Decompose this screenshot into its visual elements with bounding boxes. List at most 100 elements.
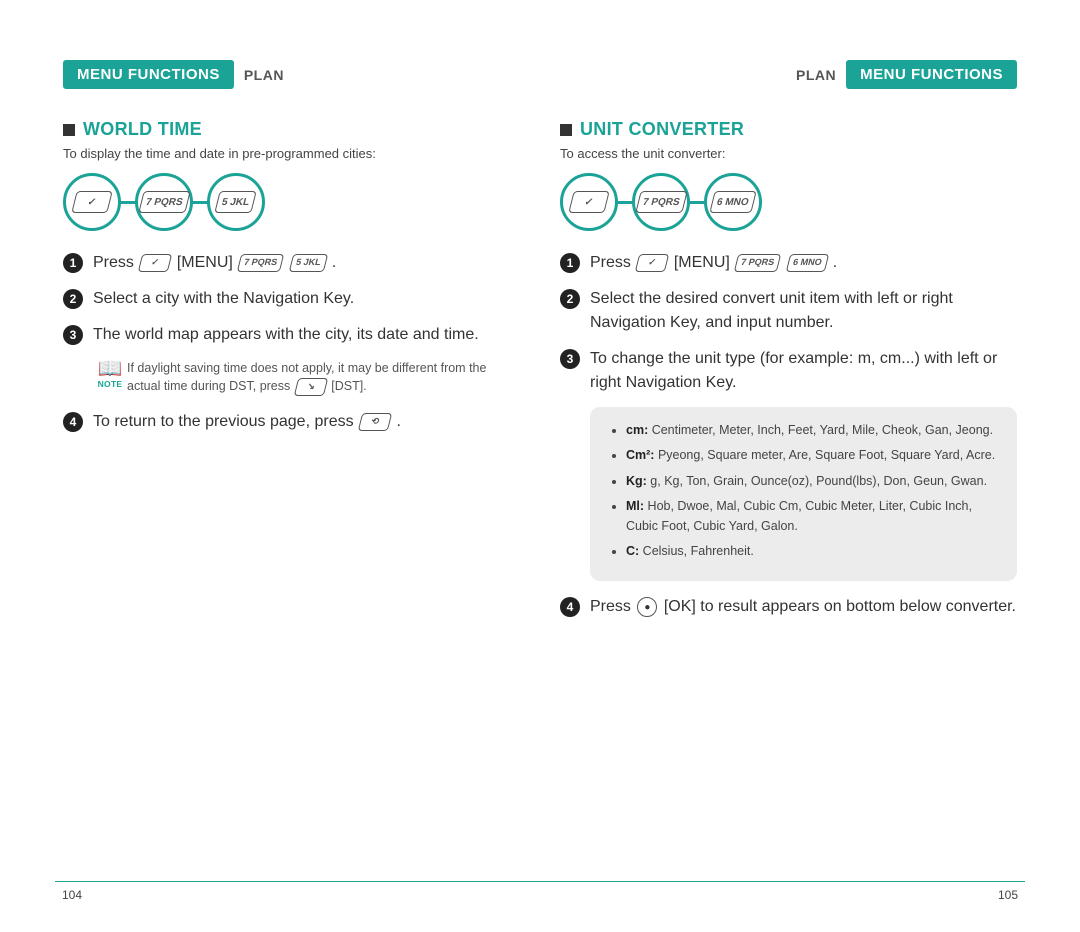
key-circle: ✓ [63, 173, 121, 231]
step-number-icon: 2 [63, 289, 83, 309]
key-sequence: ✓ 7 PQRS 6 MNO [560, 173, 1017, 231]
text: Press [93, 254, 134, 271]
step-item: 4 Press ● [OK] to result appears on bott… [560, 595, 1017, 619]
ok-key-icon: ● [637, 597, 657, 617]
text: Press [590, 254, 631, 271]
unit-item: Ml: Hob, Dwoe, Mal, Cubic Cm, Cubic Mete… [626, 497, 999, 536]
step-text: Press ✓ [MENU] 7 PQRS 6 MNO . [590, 251, 1017, 275]
soft-key-right-icon: ↘ [294, 378, 328, 396]
unit-values: Celsius, Fahrenheit. [639, 544, 754, 558]
header-right: PLAN MENU FUNCTIONS [560, 60, 1017, 89]
unit-values: Hob, Dwoe, Mal, Cubic Cm, Cubic Meter, L… [626, 499, 972, 532]
text: [DST]. [331, 379, 366, 393]
page-number-left: 104 [62, 888, 82, 902]
step-item: 2 Select a city with the Navigation Key. [63, 287, 520, 311]
step-item: 4 To return to the previous page, press … [63, 410, 520, 434]
step-number-icon: 1 [63, 253, 83, 273]
unit-label: Kg: [626, 474, 647, 488]
text: [MENU] [674, 254, 730, 271]
note-icon: 📖 NOTE [93, 359, 127, 389]
unit-list-box: cm: Centimeter, Meter, Inch, Feet, Yard,… [590, 407, 1017, 581]
unit-item: Cm²: Pyeong, Square meter, Are, Square F… [626, 446, 999, 465]
note-text: If daylight saving time does not apply, … [127, 359, 520, 396]
page-number-right: 105 [998, 888, 1018, 902]
page-right: PLAN MENU FUNCTIONS UNIT CONVERTER To ac… [540, 60, 1025, 892]
step-number-icon: 4 [63, 412, 83, 432]
page-left: MENU FUNCTIONS PLAN WORLD TIME To displa… [55, 60, 540, 892]
step-text: The world map appears with the city, its… [93, 323, 520, 347]
key-7-icon: 7 PQRS [138, 191, 190, 213]
soft-key-icon: ✓ [635, 254, 669, 272]
unit-item: cm: Centimeter, Meter, Inch, Feet, Yard,… [626, 421, 999, 440]
soft-key-icon: ✓ [71, 191, 112, 213]
unit-values: Centimeter, Meter, Inch, Feet, Yard, Mil… [648, 423, 993, 437]
section-title-world-time: WORLD TIME [63, 119, 520, 140]
step-list: 1 Press ✓ [MENU] 7 PQRS 5 JKL . 2 Select… [63, 251, 520, 434]
key-circle: 7 PQRS [632, 173, 690, 231]
step-item: 3 The world map appears with the city, i… [63, 323, 520, 347]
section-title-text: UNIT CONVERTER [580, 119, 744, 140]
unit-values: g, Kg, Ton, Grain, Ounce(oz), Pound(lbs)… [647, 474, 987, 488]
key-circle: ✓ [560, 173, 618, 231]
page-spread: MENU FUNCTIONS PLAN WORLD TIME To displa… [0, 0, 1080, 932]
step-item: 1 Press ✓ [MENU] 7 PQRS 5 JKL . [63, 251, 520, 275]
step-item: 2 Select the desired convert unit item w… [560, 287, 1017, 335]
key-7-icon: 7 PQRS [734, 254, 782, 272]
text: To return to the previous page, press [93, 413, 354, 430]
key-circle: 6 MNO [704, 173, 762, 231]
key-circle: 5 JKL [207, 173, 265, 231]
text: . [332, 254, 336, 271]
back-key-icon: ⟲ [358, 413, 392, 431]
text: . [397, 413, 401, 430]
unit-label: C: [626, 544, 639, 558]
breadcrumb: PLAN [796, 67, 836, 83]
intro-text: To access the unit converter: [560, 146, 1017, 161]
step-text: Press ✓ [MENU] 7 PQRS 5 JKL . [93, 251, 520, 275]
unit-label: cm: [626, 423, 648, 437]
key-6-icon: 6 MNO [709, 191, 756, 213]
key-5-icon: 5 JKL [288, 254, 327, 272]
text: [OK] to result appears on bottom below c… [664, 598, 1016, 615]
key-6-icon: 6 MNO [785, 254, 828, 272]
soft-key-icon: ✓ [568, 191, 609, 213]
step-text: Press ● [OK] to result appears on bottom… [590, 595, 1017, 619]
key-circle: 7 PQRS [135, 173, 193, 231]
step-number-icon: 3 [560, 349, 580, 369]
step-text: To change the unit type (for example: m,… [590, 347, 1017, 395]
key-7-icon: 7 PQRS [635, 191, 687, 213]
header-left: MENU FUNCTIONS PLAN [63, 60, 520, 89]
breadcrumb: PLAN [244, 67, 284, 83]
key-sequence: ✓ 7 PQRS 5 JKL [63, 173, 520, 231]
footer-divider [55, 881, 1025, 882]
note-label: NOTE [93, 379, 127, 389]
section-title-unit-converter: UNIT CONVERTER [560, 119, 1017, 140]
step-text: Select a city with the Navigation Key. [93, 287, 520, 311]
square-bullet-icon [560, 124, 572, 136]
text: Press [590, 598, 631, 615]
text: . [833, 254, 837, 271]
intro-text: To display the time and date in pre-prog… [63, 146, 520, 161]
step-number-icon: 2 [560, 289, 580, 309]
unit-item: Kg: g, Kg, Ton, Grain, Ounce(oz), Pound(… [626, 472, 999, 491]
step-number-icon: 1 [560, 253, 580, 273]
step-number-icon: 4 [560, 597, 580, 617]
step-text: To return to the previous page, press ⟲ … [93, 410, 520, 434]
square-bullet-icon [63, 124, 75, 136]
step-item: 1 Press ✓ [MENU] 7 PQRS 6 MNO . [560, 251, 1017, 275]
key-5-icon: 5 JKL [215, 191, 258, 213]
step-text: Select the desired convert unit item wit… [590, 287, 1017, 335]
unit-values: Pyeong, Square meter, Are, Square Foot, … [654, 448, 995, 462]
soft-key-icon: ✓ [138, 254, 172, 272]
step-number-icon: 3 [63, 325, 83, 345]
book-icon: 📖 [93, 359, 127, 379]
step-list: 1 Press ✓ [MENU] 7 PQRS 6 MNO . 2 Select… [560, 251, 1017, 619]
section-title-text: WORLD TIME [83, 119, 202, 140]
unit-label: Ml: [626, 499, 644, 513]
unit-label: Cm²: [626, 448, 654, 462]
key-7-icon: 7 PQRS [237, 254, 285, 272]
text: [MENU] [177, 254, 233, 271]
section-badge: MENU FUNCTIONS [846, 60, 1017, 89]
unit-item: C: Celsius, Fahrenheit. [626, 542, 999, 561]
note-block: 📖 NOTE If daylight saving time does not … [93, 359, 520, 396]
section-badge: MENU FUNCTIONS [63, 60, 234, 89]
